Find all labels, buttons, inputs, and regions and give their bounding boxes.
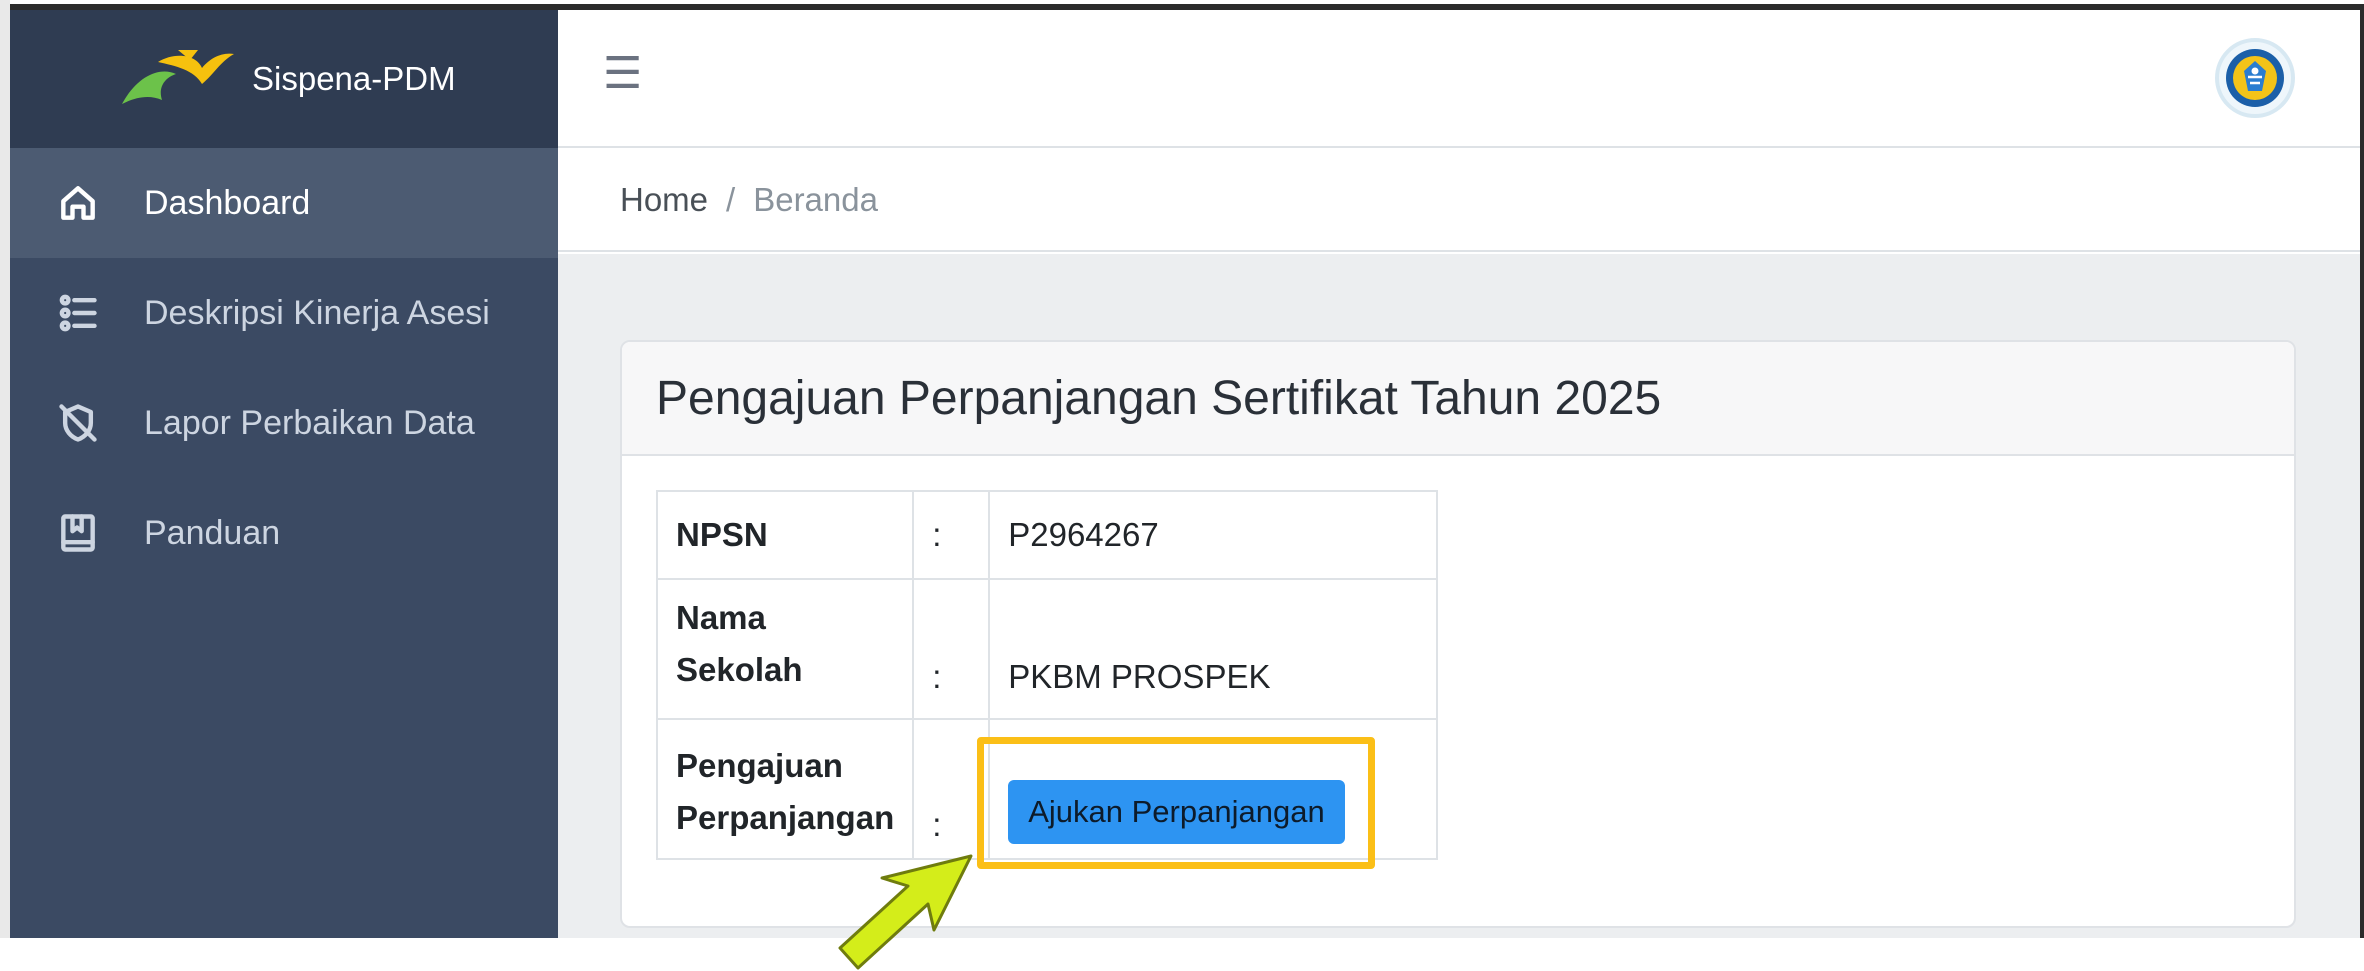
npsn-value: P2964267 — [988, 490, 1439, 580]
school-info-table: NPSN : P2964267 Nama Sekolah : PKBM PROS… — [655, 490, 1439, 860]
book-icon — [54, 509, 102, 557]
colon-separator: : — [912, 718, 991, 860]
breadcrumb-current: Beranda — [753, 181, 878, 218]
kemendikbud-emblem — [2226, 49, 2284, 107]
sispena-logo — [122, 50, 234, 104]
sidebar-item-label: Lapor Perbaikan Data — [144, 403, 475, 442]
breadcrumb-separator: / — [726, 181, 736, 218]
npsn-label: NPSN — [655, 490, 915, 580]
topbar: ☰ — [558, 10, 2360, 148]
table-row-npsn: NPSN : P2964267 — [655, 490, 1439, 580]
window-right-border — [2360, 4, 2364, 938]
breadcrumb: Home / Beranda — [558, 150, 2360, 252]
breadcrumb-home-link[interactable]: Home — [620, 181, 708, 219]
main-content: Pengajuan Perpanjangan Sertifikat Tahun … — [558, 254, 2360, 938]
pengajuan-value: Ajukan Perpanjangan — [988, 718, 1439, 860]
table-row-nama-sekolah: Nama Sekolah : PKBM PROSPEK — [655, 578, 1439, 720]
extension-card: Pengajuan Perpanjangan Sertifikat Tahun … — [620, 340, 2296, 928]
sidebar-item-label: Deskripsi Kinerja Asesi — [144, 293, 490, 332]
sidebar-item-panduan[interactable]: Panduan — [10, 478, 558, 588]
card-header: Pengajuan Perpanjangan Sertifikat Tahun … — [622, 342, 2294, 456]
label-line: Pengajuan — [676, 747, 843, 784]
label-line: Nama — [676, 599, 766, 636]
sidebar-nav: Dashboard Deskripsi Kinerja Asesi Lapor … — [10, 148, 558, 588]
sidebar-item-label: Panduan — [144, 513, 281, 552]
sidebar-item-dashboard[interactable]: Dashboard — [10, 148, 558, 258]
hamburger-icon[interactable]: ☰ — [603, 52, 642, 96]
nama-sekolah-value: PKBM PROSPEK — [988, 578, 1439, 720]
avatar[interactable] — [2215, 38, 2295, 118]
table-row-pengajuan: Pengajuan Perpanjangan : Ajukan Perpanja… — [655, 718, 1439, 860]
list-icon — [54, 289, 102, 337]
window-edge — [0, 0, 10, 938]
colon-separator: : — [912, 490, 991, 580]
sidebar-brand[interactable]: Sispena-PDM — [10, 10, 558, 148]
nama-sekolah-label: Nama Sekolah — [655, 578, 915, 720]
ajukan-perpanjangan-button[interactable]: Ajukan Perpanjangan — [1008, 780, 1345, 844]
colon-separator: : — [912, 578, 991, 720]
brand-name: Sispena-PDM — [252, 60, 456, 97]
sidebar-item-lapor-perbaikan-data[interactable]: Lapor Perbaikan Data — [10, 368, 558, 478]
sidebar-item-label: Dashboard — [144, 183, 311, 222]
sidebar: Sispena-PDM Dashboard Deskripsi Kinerja … — [10, 10, 558, 938]
home-icon — [54, 179, 102, 227]
sidebar-item-deskripsi-kinerja-asesi[interactable]: Deskripsi Kinerja Asesi — [10, 258, 558, 368]
shield-off-icon — [54, 399, 102, 447]
pengajuan-label: Pengajuan Perpanjangan — [655, 718, 915, 860]
card-title: Pengajuan Perpanjangan Sertifikat Tahun … — [656, 371, 1662, 425]
label-line: Perpanjangan — [676, 799, 895, 836]
label-line: Sekolah — [676, 651, 803, 688]
